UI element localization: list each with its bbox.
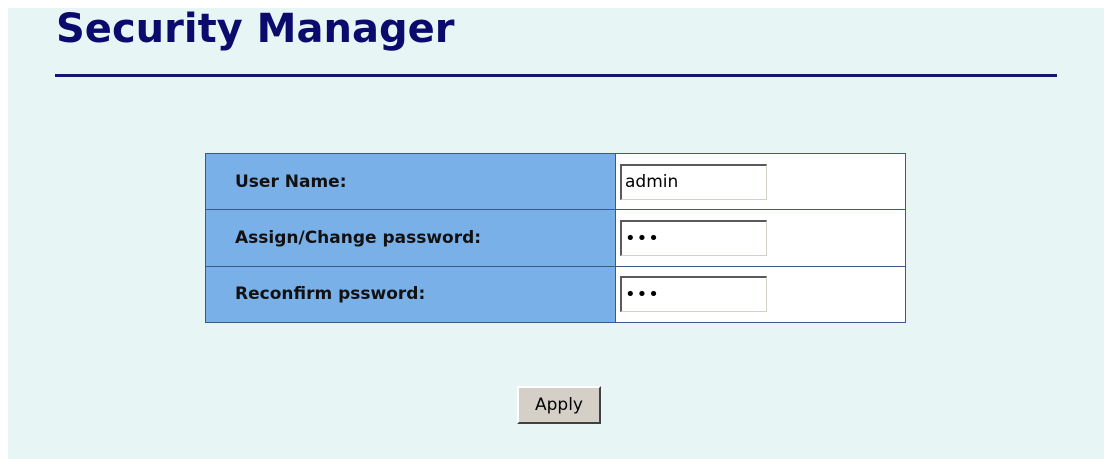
password-label: Assign/Change password: — [205, 209, 616, 267]
content-panel: Security Manager User Name: Assign/Chang… — [8, 6, 1104, 459]
security-form-table: User Name: Assign/Change password: Recon… — [205, 152, 906, 324]
user-name-cell — [615, 152, 906, 211]
form-row-user-name: User Name: — [205, 152, 906, 211]
apply-button[interactable]: Apply — [517, 386, 601, 424]
form-row-password: Assign/Change password: — [205, 209, 906, 267]
reconfirm-password-cell — [615, 265, 906, 324]
user-name-input[interactable] — [620, 163, 767, 200]
user-name-label: User Name: — [205, 152, 616, 211]
form-row-reconfirm-password: Reconfirm pssword: — [205, 265, 906, 324]
page-title: Security Manager — [56, 6, 455, 52]
reconfirm-password-label: Reconfirm pssword: — [205, 265, 616, 324]
password-cell — [615, 209, 906, 267]
title-divider — [55, 74, 1057, 77]
password-input[interactable] — [620, 219, 767, 256]
reconfirm-password-input[interactable] — [620, 276, 767, 313]
